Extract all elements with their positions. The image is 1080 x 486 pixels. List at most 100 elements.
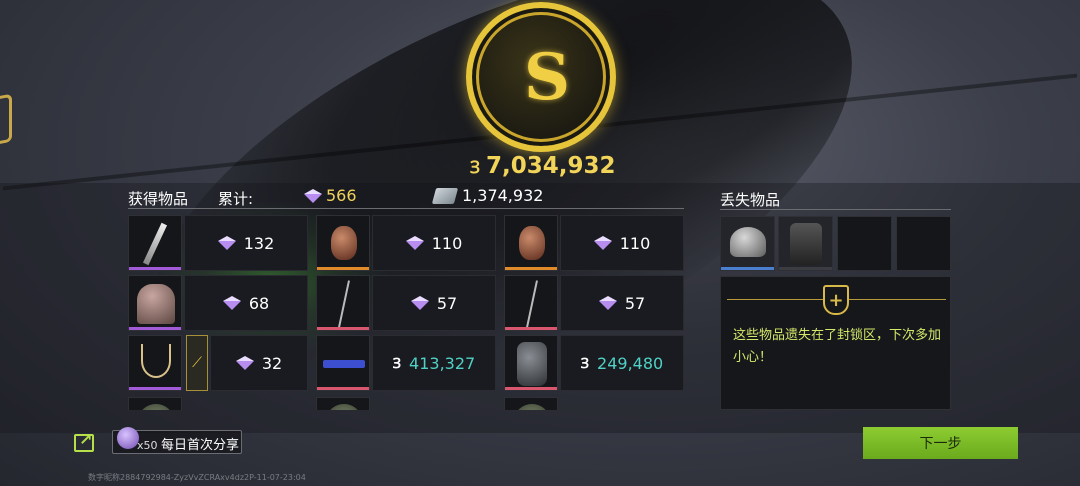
rarity-bar — [317, 327, 369, 330]
divider — [720, 209, 951, 210]
item-icon — [515, 404, 549, 410]
rarity-bar — [129, 267, 181, 270]
cash-total: 1,374,932 — [431, 186, 544, 205]
gem-icon — [410, 296, 429, 310]
cash-icon — [431, 187, 459, 204]
shield-plus-icon: + — [823, 285, 849, 315]
item-cell[interactable]: ⟋ 32 — [128, 335, 308, 391]
item-thumb — [504, 335, 558, 391]
item-cell[interactable]: 132 — [128, 215, 308, 271]
item-value: 57 — [372, 275, 496, 331]
obtained-items-grid: 132 110 110 68 57 57 ⟋ 32 Ɜ 413,327 Ɜ 249,… — [128, 215, 684, 410]
item-value-text: 110 — [431, 233, 463, 253]
lost-slot[interactable] — [720, 216, 775, 271]
item-cell[interactable]: Ɜ 413,327 — [316, 335, 496, 391]
boost-icon: ⟋ — [186, 335, 208, 391]
item-value-text: 110 — [619, 233, 651, 253]
lost-slot-empty — [896, 216, 951, 271]
gem-bundle-icon — [117, 427, 139, 449]
jug-icon — [331, 226, 357, 260]
jug-icon — [519, 226, 545, 260]
lost-slot[interactable] — [778, 216, 833, 271]
item-thumb — [316, 397, 370, 410]
item-value: 68 — [184, 275, 308, 331]
obtained-header: 获得物品 累计: 566 1,374,932 — [128, 186, 684, 210]
rarity-bar — [129, 327, 181, 330]
item-value: Ɜ 249,480 — [560, 335, 684, 391]
gem-icon — [217, 236, 236, 250]
item-cell[interactable]: Ɜ 249,480 — [504, 335, 684, 391]
watermark: 数字昵称2884792984-ZyzVvZCRAxv4dz2P-11-07-23… — [88, 473, 306, 482]
item-cell[interactable]: 57 — [316, 275, 496, 331]
item-thumb — [316, 215, 370, 271]
item-icon — [327, 404, 361, 410]
share-count: x50 — [137, 439, 158, 452]
currency-symbol: Ɜ — [392, 355, 402, 372]
item-icon — [139, 404, 173, 410]
item-thumb — [128, 215, 182, 271]
lost-message: 这些物品遗失在了封锁区，下次多加小心！ — [733, 328, 942, 365]
item-value-text: 32 — [261, 353, 283, 373]
item-value-text: 132 — [243, 233, 275, 253]
rarity-bar — [129, 387, 181, 390]
item-value: 110 — [560, 215, 684, 271]
rifle-icon — [323, 360, 365, 368]
rod-icon — [526, 280, 538, 328]
item-value-text: 57 — [436, 293, 458, 313]
knife-icon — [142, 222, 168, 266]
rarity-bar — [721, 267, 774, 270]
gem-icon — [598, 296, 617, 310]
item-thumb — [504, 215, 558, 271]
item-thumb — [128, 275, 182, 331]
cash-total-value: 1,374,932 — [462, 186, 544, 205]
cumulative-label: 累计: — [218, 190, 254, 208]
rarity-bar — [505, 267, 557, 270]
item-cell[interactable]: 68 — [128, 275, 308, 331]
item-thumb — [128, 335, 182, 391]
currency-symbol: Ɜ — [580, 355, 590, 372]
gem-icon — [405, 236, 424, 250]
item-value-text: 68 — [248, 293, 270, 313]
rarity-bar — [317, 387, 369, 390]
item-cell[interactable]: 110 — [504, 215, 684, 271]
item-value: 32 — [210, 335, 308, 391]
item-thumb — [316, 335, 370, 391]
item-value-text: 57 — [624, 293, 646, 313]
divider — [128, 208, 684, 209]
gem-icon — [235, 356, 254, 370]
item-thumb — [128, 397, 182, 410]
gem-icon — [593, 236, 612, 250]
necklace-icon — [141, 344, 171, 378]
lost-warning-panel: + 这些物品遗失在了封锁区，下次多加小心！ — [720, 276, 951, 410]
vest-icon — [790, 223, 822, 265]
item-cell[interactable] — [316, 397, 496, 410]
daily-share-button[interactable]: x50 每日首次分享 — [112, 427, 242, 454]
gem-total-value: 566 — [326, 186, 357, 205]
statue-icon — [137, 284, 175, 324]
rod-icon — [338, 280, 350, 328]
obtained-title: 获得物品 — [128, 190, 189, 208]
gem-icon — [304, 188, 322, 203]
backpack-icon — [517, 342, 547, 386]
item-thumb — [504, 397, 558, 410]
rarity-bar — [317, 267, 369, 270]
coin-currency-icon: S — [466, 2, 616, 152]
item-cell[interactable]: 57 — [504, 275, 684, 331]
item-value: 57 — [560, 275, 684, 331]
share-icon[interactable] — [74, 430, 94, 452]
gem-icon — [222, 296, 241, 310]
rarity-bar — [505, 327, 557, 330]
item-cell[interactable] — [504, 397, 684, 410]
item-cell[interactable] — [128, 397, 308, 410]
rarity-bar — [505, 387, 557, 390]
reward-total: Ɜ 7,034,932 — [470, 153, 616, 179]
side-badge-icon[interactable] — [0, 93, 12, 147]
coin-mark: S — [523, 39, 570, 115]
reward-total-value: 7,034,932 — [486, 153, 616, 179]
item-cell[interactable]: 110 — [316, 215, 496, 271]
item-thumb — [504, 275, 558, 331]
lost-slot-empty — [837, 216, 892, 271]
next-button[interactable]: 下一步 — [863, 427, 1018, 459]
item-value: 132 — [184, 215, 308, 271]
currency-symbol: Ɜ — [470, 157, 480, 178]
